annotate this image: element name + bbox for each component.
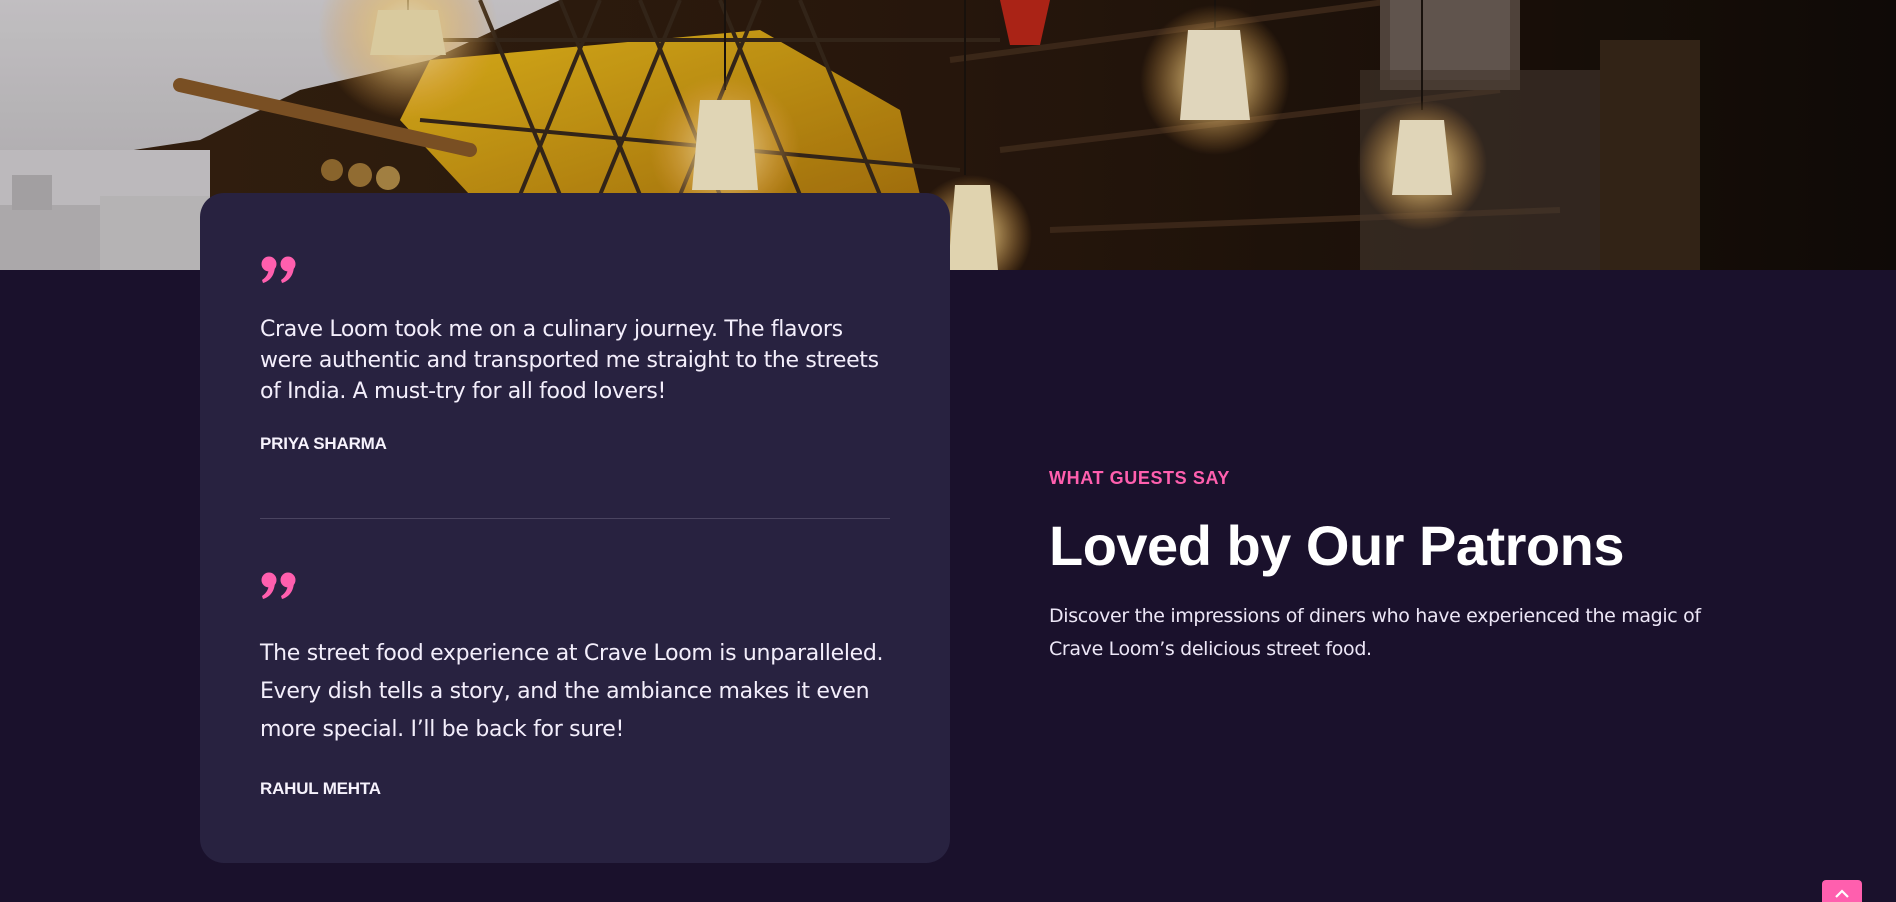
section-eyebrow: WHAT GUESTS SAY	[1049, 468, 1231, 488]
chevron-up-icon	[1835, 889, 1849, 898]
back-to-top-button[interactable]	[1822, 880, 1862, 902]
section-heading: Loved by Our Patrons	[1049, 514, 1625, 577]
testimonial-author: PRIYA SHARMA	[260, 434, 387, 453]
section-description: Discover the impressions of diners who h…	[1049, 605, 1701, 660]
quote-icon	[261, 572, 296, 599]
testimonials-card: Crave Loom took me on a culinary journey…	[200, 193, 950, 863]
testimonial-item: The street food experience at Crave Loom…	[260, 571, 890, 799]
quote-icon	[261, 256, 296, 283]
testimonial-quote: Crave Loom took me on a culinary journey…	[260, 317, 879, 404]
testimonials-intro: WHAT GUESTS SAY Loved by Our Patrons Dis…	[1049, 468, 1709, 666]
testimonial-quote: The street food experience at Crave Loom…	[260, 641, 884, 742]
testimonial-item: Crave Loom took me on a culinary journey…	[260, 255, 890, 454]
testimonial-author: RAHUL MEHTA	[260, 779, 381, 798]
divider	[260, 518, 890, 519]
